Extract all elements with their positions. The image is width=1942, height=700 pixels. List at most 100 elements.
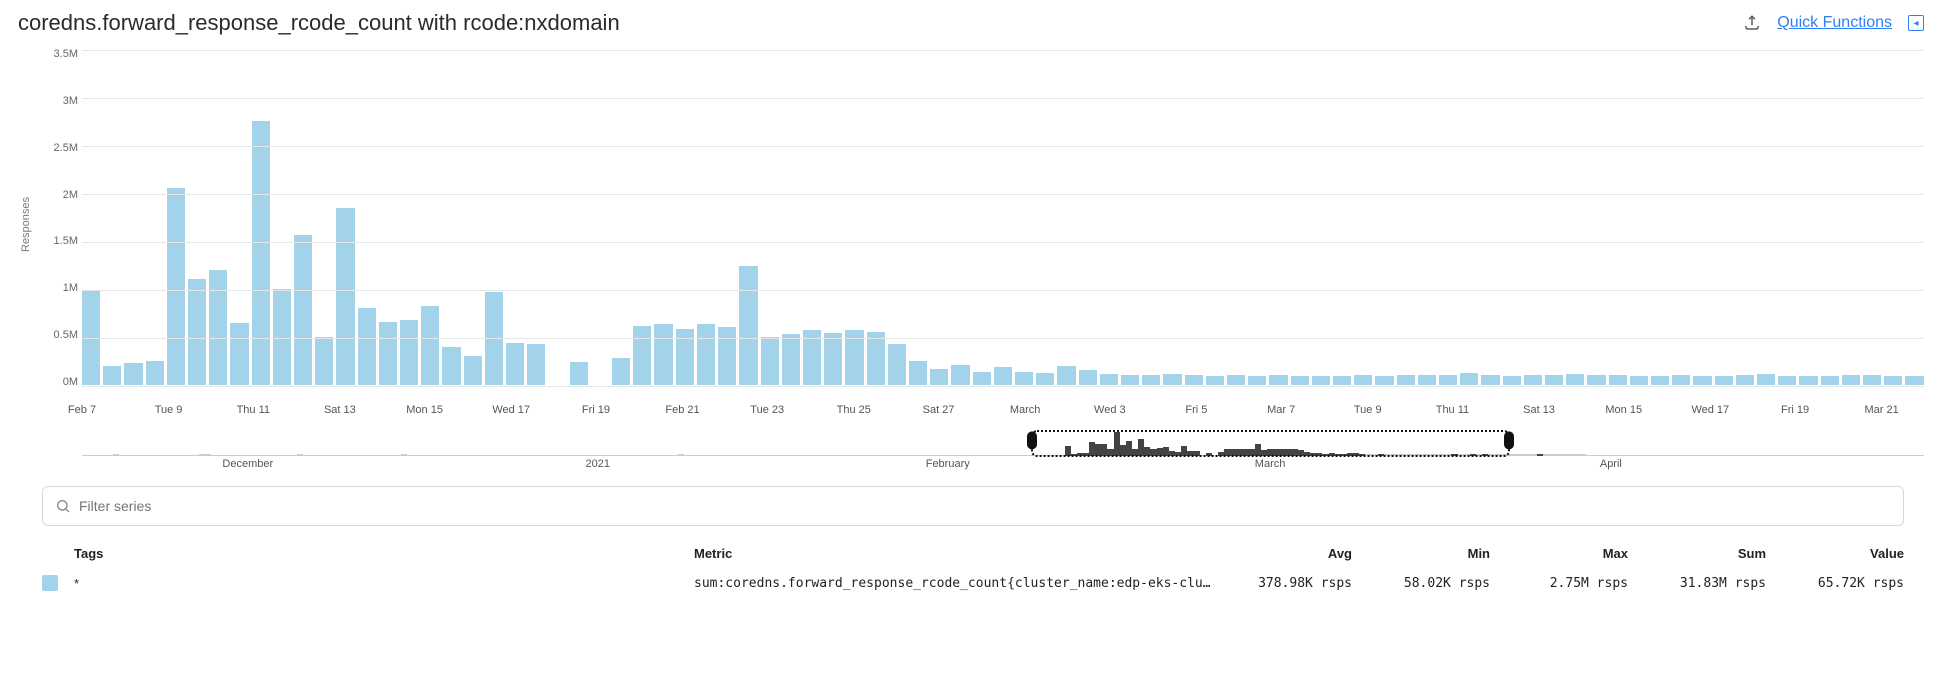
- bar[interactable]: [1524, 375, 1542, 385]
- bar[interactable]: [1057, 366, 1075, 385]
- bar[interactable]: [697, 324, 715, 385]
- bar[interactable]: [1757, 374, 1775, 385]
- bar[interactable]: [1672, 375, 1690, 385]
- bar[interactable]: [1799, 376, 1817, 385]
- bar[interactable]: [1863, 375, 1881, 385]
- bar[interactable]: [909, 361, 927, 385]
- bar[interactable]: [1418, 375, 1436, 385]
- bar[interactable]: [867, 332, 885, 385]
- bar[interactable]: [654, 324, 672, 385]
- bar[interactable]: [1736, 375, 1754, 385]
- bar[interactable]: [1142, 375, 1160, 385]
- bar[interactable]: [1715, 376, 1733, 385]
- overview-scrubber[interactable]: December2021FebruaryMarchApril: [82, 432, 1924, 468]
- th-max[interactable]: Max: [1498, 546, 1628, 561]
- bar[interactable]: [1291, 376, 1309, 385]
- bar[interactable]: [973, 372, 991, 385]
- bar[interactable]: [570, 362, 588, 385]
- bar[interactable]: [358, 308, 376, 385]
- bar[interactable]: [1269, 375, 1287, 385]
- bar[interactable]: [951, 365, 969, 385]
- bar[interactable]: [1545, 375, 1563, 385]
- overview-selection[interactable]: [1031, 430, 1510, 457]
- bar[interactable]: [506, 343, 524, 385]
- collapse-icon[interactable]: ◂: [1908, 15, 1924, 31]
- bar[interactable]: [1015, 372, 1033, 385]
- bar[interactable]: [273, 289, 291, 385]
- th-avg[interactable]: Avg: [1222, 546, 1352, 561]
- bar[interactable]: [1630, 376, 1648, 385]
- bar[interactable]: [252, 121, 270, 385]
- bar[interactable]: [1842, 375, 1860, 385]
- bar[interactable]: [1036, 373, 1054, 385]
- bar[interactable]: [1884, 376, 1902, 385]
- x-tick: Sat 27: [923, 404, 955, 416]
- bar[interactable]: [1227, 375, 1245, 385]
- bar[interactable]: [824, 333, 842, 385]
- th-min[interactable]: Min: [1360, 546, 1490, 561]
- bar[interactable]: [930, 369, 948, 385]
- bar[interactable]: [1354, 375, 1372, 385]
- bar[interactable]: [1481, 375, 1499, 385]
- bar[interactable]: [612, 358, 630, 385]
- bar[interactable]: [146, 361, 164, 385]
- bar[interactable]: [464, 356, 482, 385]
- bar[interactable]: [1609, 375, 1627, 385]
- bar[interactable]: [1100, 374, 1118, 385]
- export-icon[interactable]: [1743, 14, 1761, 32]
- bar[interactable]: [1333, 376, 1351, 385]
- bar[interactable]: [1248, 376, 1266, 385]
- overview-handle-right[interactable]: [1504, 431, 1514, 449]
- bar[interactable]: [1079, 370, 1097, 385]
- table-row[interactable]: * sum:coredns.forward_response_rcode_cou…: [42, 567, 1904, 599]
- x-tick: Feb 7: [68, 404, 96, 416]
- y-tick: 0M: [63, 376, 78, 388]
- bar[interactable]: [1821, 376, 1839, 385]
- bar[interactable]: [167, 188, 185, 385]
- bar[interactable]: [209, 270, 227, 385]
- bar[interactable]: [527, 344, 545, 385]
- bar[interactable]: [633, 326, 651, 385]
- bar[interactable]: [888, 344, 906, 385]
- bar[interactable]: [1375, 376, 1393, 385]
- bar[interactable]: [1503, 376, 1521, 385]
- bar[interactable]: [1163, 374, 1181, 385]
- bar[interactable]: [1185, 375, 1203, 385]
- bar[interactable]: [761, 337, 779, 385]
- bar[interactable]: [103, 366, 121, 385]
- bar[interactable]: [442, 347, 460, 385]
- bar[interactable]: [1121, 375, 1139, 385]
- bar[interactable]: [1905, 376, 1923, 385]
- bar[interactable]: [315, 337, 333, 385]
- bar[interactable]: [1566, 374, 1584, 385]
- bar[interactable]: [1587, 375, 1605, 385]
- quick-functions-link[interactable]: Quick Functions: [1777, 14, 1892, 32]
- th-value[interactable]: Value: [1774, 546, 1904, 561]
- filter-series-input[interactable]: [79, 498, 1891, 514]
- bar[interactable]: [379, 322, 397, 385]
- bar[interactable]: [1206, 376, 1224, 385]
- bar[interactable]: [124, 363, 142, 385]
- bar[interactable]: [294, 235, 312, 385]
- bar[interactable]: [1693, 376, 1711, 385]
- overview-handle-left[interactable]: [1027, 431, 1037, 449]
- bar[interactable]: [1397, 375, 1415, 385]
- bar[interactable]: [188, 279, 206, 385]
- bar[interactable]: [1460, 373, 1478, 385]
- filter-series-row[interactable]: [42, 486, 1904, 526]
- th-sum[interactable]: Sum: [1636, 546, 1766, 561]
- bar[interactable]: [230, 323, 248, 385]
- bar[interactable]: [994, 367, 1012, 385]
- bar[interactable]: [782, 334, 800, 385]
- bar[interactable]: [1439, 375, 1457, 385]
- bar[interactable]: [739, 266, 757, 385]
- bar[interactable]: [718, 327, 736, 385]
- bar[interactable]: [336, 208, 354, 385]
- bar[interactable]: [1778, 376, 1796, 385]
- chart-plot[interactable]: [82, 44, 1924, 392]
- bar[interactable]: [400, 320, 418, 385]
- bar[interactable]: [1651, 376, 1669, 385]
- bar[interactable]: [421, 306, 439, 385]
- bar[interactable]: [1312, 376, 1330, 385]
- y-tick: 2M: [63, 189, 78, 201]
